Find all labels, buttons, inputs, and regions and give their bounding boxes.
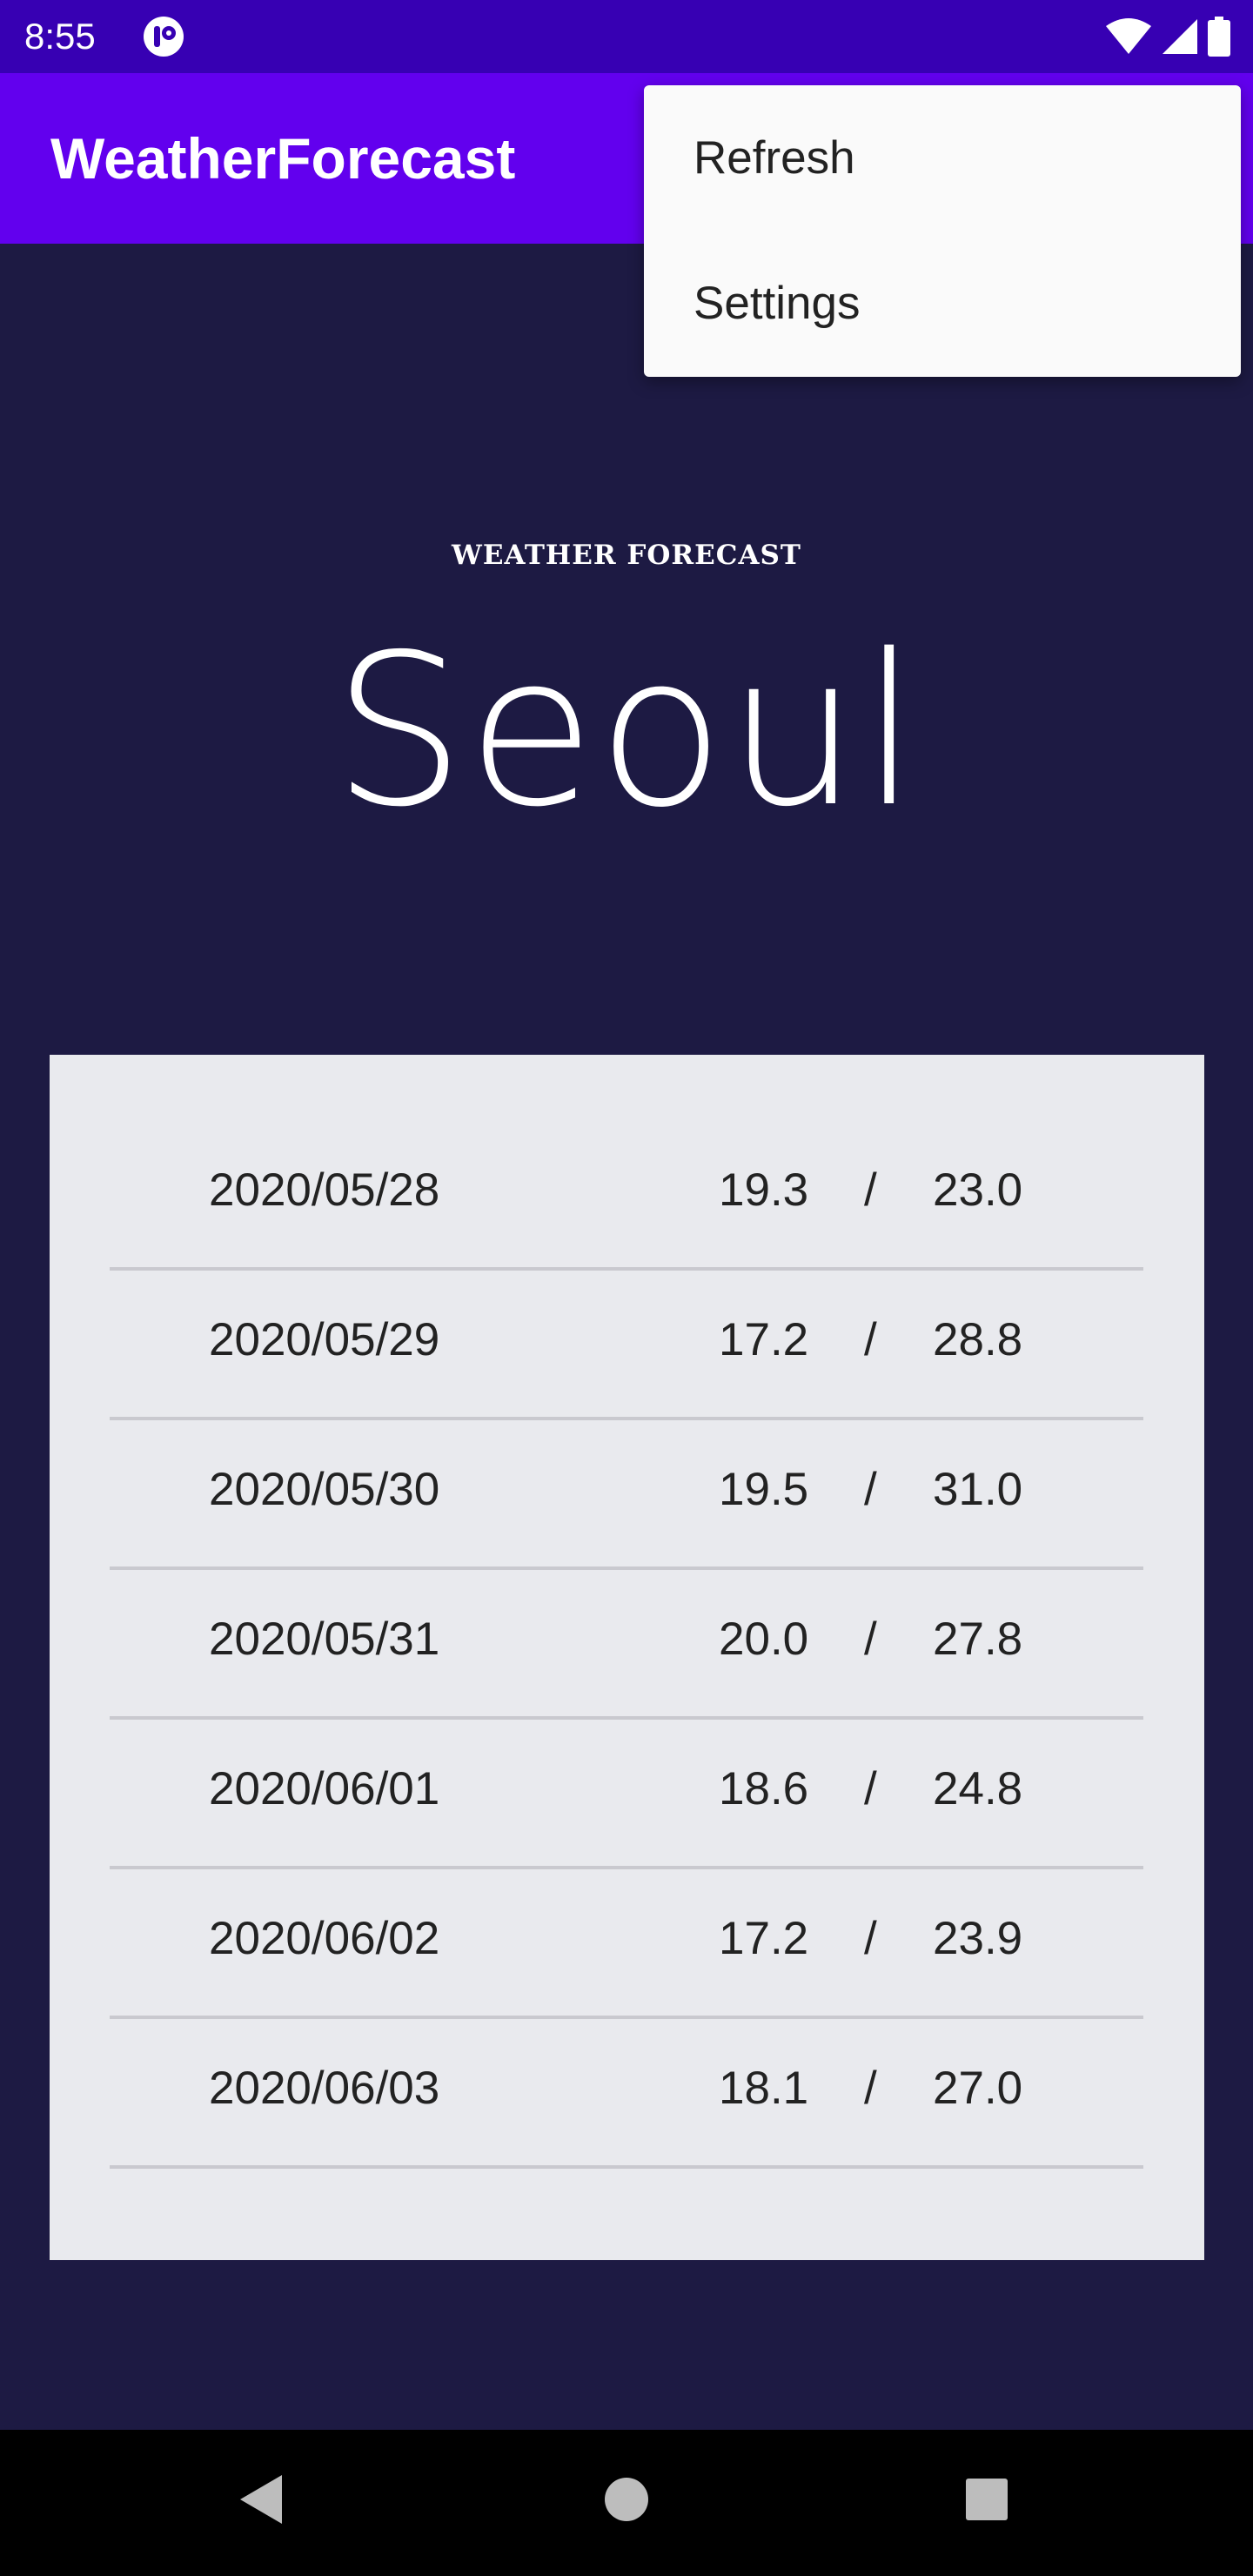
wifi-icon — [1105, 17, 1152, 56]
temp-separator: / — [864, 1464, 877, 1515]
temp-separator: / — [864, 1613, 877, 1665]
city-name: Seoul — [332, 609, 921, 853]
forecast-min-temp: 20.0 — [719, 1613, 809, 1665]
forecast-max-temp: 27.0 — [933, 2063, 1023, 2114]
forecast-row[interactable]: 2020/05/30 19.5 / 31.0 — [110, 1417, 1143, 1570]
forecast-max-temp: 23.9 — [933, 1913, 1023, 1964]
recents-icon[interactable] — [962, 2468, 1011, 2535]
forecast-min-temp: 18.6 — [719, 1763, 809, 1815]
status-time: 8:55 — [24, 16, 96, 57]
temp-separator: / — [864, 1763, 877, 1815]
cellular-signal-icon — [1161, 17, 1199, 56]
forecast-row[interactable]: 2020/05/28 19.3 / 23.0 — [110, 1117, 1143, 1271]
forecast-date: 2020/05/28 — [209, 1164, 440, 1216]
forecast-row[interactable]: 2020/06/02 17.2 / 23.9 — [110, 1866, 1143, 2019]
forecast-max-temp: 24.8 — [933, 1763, 1023, 1815]
forecast-max-temp: 27.8 — [933, 1613, 1023, 1665]
battery-icon — [1208, 17, 1230, 57]
forecast-row[interactable]: 2020/05/29 17.2 / 28.8 — [110, 1267, 1143, 1420]
app-title: WeatherForecast — [50, 126, 516, 191]
temp-separator: / — [864, 1314, 877, 1365]
forecast-max-temp: 28.8 — [933, 1314, 1023, 1365]
home-icon[interactable] — [602, 2468, 651, 2535]
forecast-date: 2020/05/30 — [209, 1464, 440, 1515]
forecast-date: 2020/06/03 — [209, 2063, 440, 2114]
section-label: WEATHER FORECAST — [452, 540, 801, 571]
forecast-min-temp: 19.3 — [719, 1164, 809, 1216]
forecast-min-temp: 18.1 — [719, 2063, 809, 2114]
overflow-menu: Refresh Settings — [644, 85, 1241, 377]
forecast-row[interactable]: 2020/06/03 18.1 / 27.0 — [110, 2016, 1143, 2169]
forecast-card: 2020/05/28 19.3 / 23.0 2020/05/29 17.2 /… — [50, 1055, 1204, 2260]
forecast-date: 2020/06/02 — [209, 1913, 440, 1964]
forecast-row[interactable]: 2020/05/31 20.0 / 27.8 — [110, 1566, 1143, 1720]
forecast-max-temp: 31.0 — [933, 1464, 1023, 1515]
forecast-min-temp: 17.2 — [719, 1314, 809, 1365]
forecast-row[interactable]: 2020/06/01 18.6 / 24.8 — [110, 1716, 1143, 1869]
menu-item-settings[interactable]: Settings — [644, 231, 1241, 377]
menu-item-refresh[interactable]: Refresh — [644, 85, 1241, 231]
temp-separator: / — [864, 2063, 877, 2114]
forecast-max-temp: 23.0 — [933, 1164, 1023, 1216]
forecast-date: 2020/05/29 — [209, 1314, 440, 1365]
forecast-date: 2020/05/31 — [209, 1613, 440, 1665]
forecast-min-temp: 19.5 — [719, 1464, 809, 1515]
forecast-min-temp: 17.2 — [719, 1913, 809, 1964]
status-bar: 8:55 — [0, 0, 1253, 73]
status-icons — [1105, 14, 1230, 59]
navigation-bar — [0, 2430, 1253, 2576]
temp-separator: / — [864, 1913, 877, 1964]
forecast-date: 2020/06/01 — [209, 1763, 440, 1815]
app-notification-icon — [143, 16, 184, 57]
temp-separator: / — [864, 1164, 877, 1216]
back-icon[interactable] — [237, 2468, 285, 2535]
